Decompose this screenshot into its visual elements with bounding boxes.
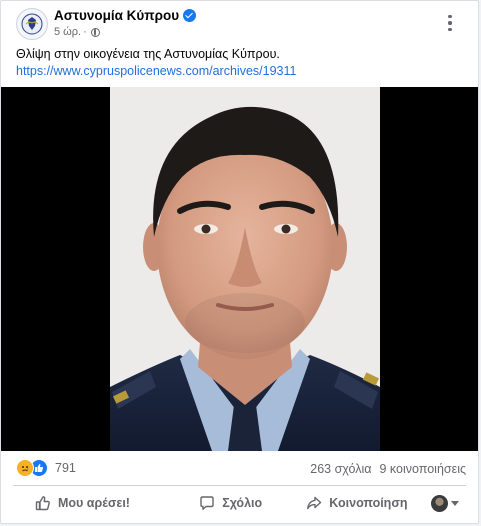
globe-icon <box>90 27 100 37</box>
post-photo[interactable] <box>110 87 380 451</box>
engagement-counts: 263 σχόλια 9 κοινοποιήσεις <box>310 462 466 476</box>
page-avatar[interactable] <box>16 8 48 40</box>
facebook-post: Αστυνομία Κύπρου 5 ώρ. · Θλίψη στην οικο… <box>0 0 479 524</box>
post-meta: 5 ώρ. · <box>54 26 100 38</box>
share-label: Κοινοποίηση <box>329 496 408 510</box>
post-photo-frame[interactable] <box>1 87 478 451</box>
user-avatar <box>431 494 449 512</box>
post-message: Θλίψη στην οικογένεια της Αστυνομίας Κύπ… <box>16 47 280 61</box>
post-text: Θλίψη στην οικογένεια της Αστυνομίας Κύπ… <box>16 46 466 80</box>
reaction-count: 791 <box>55 461 76 475</box>
shares-count[interactable]: 9 κοινοποιήσεις <box>380 462 467 476</box>
like-button[interactable]: Μου αρέσει! <box>9 488 168 518</box>
share-button[interactable]: Κοινοποίηση <box>294 488 420 518</box>
actions-divider <box>13 485 466 486</box>
engagement-bar: 791 263 σχόλια 9 κοινοποιήσεις <box>1 456 478 480</box>
comment-button[interactable]: Σχόλιο <box>168 488 294 518</box>
officer-portrait-image <box>110 87 380 451</box>
verified-badge-icon <box>183 9 197 22</box>
page-name-row: Αστυνομία Κύπρου <box>54 8 197 23</box>
post-link[interactable]: https://www.cypruspolicenews.com/archive… <box>16 63 466 80</box>
post-timestamp[interactable]: 5 ώρ. <box>54 26 81 38</box>
page-name-link[interactable]: Αστυνομία Κύπρου <box>54 8 179 23</box>
comments-count[interactable]: 263 σχόλια <box>310 462 371 476</box>
sad-reaction-icon <box>16 459 34 477</box>
like-label: Μου αρέσει! <box>58 496 130 510</box>
comment-label: Σχόλιο <box>222 496 263 510</box>
meta-separator: · <box>83 26 87 38</box>
reaction-selector[interactable] <box>420 488 470 518</box>
more-options-icon[interactable] <box>438 11 462 35</box>
share-arrow-icon <box>307 496 322 510</box>
chevron-down-icon <box>451 500 460 506</box>
comment-icon <box>200 496 214 510</box>
post-header: Αστυνομία Κύπρου 5 ώρ. · <box>1 1 478 45</box>
reactions-summary[interactable]: 791 <box>16 459 76 477</box>
police-emblem-icon <box>21 13 43 35</box>
post-actions: Μου αρέσει! Σχόλιο Κοινοποίηση <box>9 488 470 518</box>
thumbs-up-icon <box>35 496 50 511</box>
